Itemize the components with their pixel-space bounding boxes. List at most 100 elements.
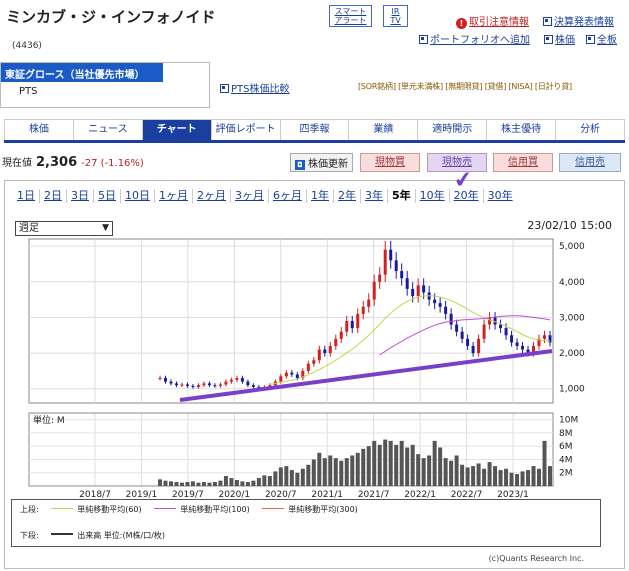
tab-benefits[interactable]: 株主優待 <box>487 119 557 140</box>
candle-body <box>284 372 288 377</box>
price-value: 2,306 <box>36 155 78 170</box>
legend-lower-label: 下段: <box>20 531 39 540</box>
candle-body <box>295 374 299 379</box>
margin-sell-button[interactable]: 信用売 <box>559 153 621 172</box>
volume-bar <box>460 464 465 486</box>
tab-disclosure[interactable]: 適時開示 <box>418 119 488 140</box>
volume-bar <box>531 466 536 486</box>
volume-bar <box>449 460 454 486</box>
tab-chart[interactable]: チャート <box>142 119 212 140</box>
candle-body <box>400 271 404 279</box>
candle-body <box>378 274 382 282</box>
volume-bar <box>487 462 492 486</box>
portfolio-add-link[interactable]: ポートフォリオへ追加 <box>419 31 530 46</box>
tab-analysis[interactable]: 分析 <box>556 119 626 140</box>
candle-body <box>422 285 426 293</box>
volume-bar <box>328 455 333 486</box>
volume-bar <box>405 447 410 486</box>
candle-body <box>202 383 206 386</box>
volume-bar <box>542 440 547 486</box>
candle-body <box>488 317 492 325</box>
candle-body <box>510 335 514 343</box>
all-boards-link[interactable]: 全板 <box>586 31 617 46</box>
volume-bar <box>339 460 344 486</box>
candle-body <box>499 324 503 329</box>
candle-body <box>213 385 217 387</box>
volume-bar <box>515 474 520 486</box>
stock-code: (4436) <box>12 41 42 51</box>
caution-info-link[interactable]: ! 取引注意情報 <box>456 13 529 29</box>
tab-results[interactable]: 業績 <box>349 119 419 140</box>
volume-bar <box>273 471 278 486</box>
candle-body <box>207 383 211 386</box>
volume-bar <box>196 482 201 486</box>
market-option-pts[interactable]: PTS <box>1 82 209 97</box>
volume-bar <box>438 447 443 486</box>
candle-body <box>312 360 316 364</box>
refresh-icon: ◘ <box>295 160 305 170</box>
candle-body <box>251 385 255 387</box>
tab-news[interactable]: ニュース <box>73 119 143 140</box>
volume-bar <box>394 444 399 486</box>
candle-body <box>433 299 437 304</box>
candle-body <box>521 345 525 350</box>
candle-body <box>482 324 486 339</box>
volume-bar <box>174 482 179 486</box>
volume-bar <box>284 466 289 486</box>
tab-price[interactable]: 株価 <box>4 119 74 140</box>
margin-buy-button[interactable]: 信用買 <box>493 153 553 172</box>
candle-body <box>449 313 453 325</box>
ir-tv-button[interactable]: IR TV <box>383 5 408 27</box>
volume-bar <box>207 482 212 486</box>
chart-legend: 上段: 単純移動平均(60) 単純移動平均(100) 単純移動平均(300) 下… <box>11 499 601 547</box>
volume-bar <box>388 440 393 486</box>
window-icon <box>220 84 229 93</box>
candle-body <box>323 349 327 354</box>
volume-bar <box>256 478 261 486</box>
volume-bar <box>229 478 234 486</box>
volume-bar <box>399 440 404 486</box>
volume-tick-label: 10M <box>559 416 578 426</box>
volume-bar <box>509 472 514 486</box>
candle-body <box>339 331 343 339</box>
volume-bar <box>504 468 509 486</box>
company-name: ミンカブ・ジ・インフォノイド <box>6 8 216 26</box>
market-selector[interactable]: 東証グロース（当社優先市場） PTS <box>0 62 210 108</box>
current-price-row: 現在値 2,306 -27 (-1.16%) <box>2 154 144 170</box>
candle-body <box>235 378 239 380</box>
price-tick-label: 2,000 <box>559 349 585 359</box>
legend-ma300: 単純移動平均(300) <box>288 505 358 514</box>
earnings-link[interactable]: 決算発表情報 <box>543 13 614 28</box>
smart-alert-button[interactable]: スマート アラート <box>329 5 372 27</box>
candle-body <box>290 372 294 375</box>
volume-bar <box>212 482 217 486</box>
volume-bar <box>443 458 448 486</box>
stock-price-link[interactable]: 株価 <box>544 31 575 46</box>
candle-body <box>543 335 547 339</box>
tab-shikiho[interactable]: 四季報 <box>280 119 350 140</box>
legend-ma300-swatch <box>262 508 285 509</box>
volume-bar <box>267 476 272 486</box>
volume-unit-label: 単位: M <box>33 414 65 426</box>
candle-body <box>334 338 338 346</box>
market-selected[interactable]: 東証グロース（当社優先市場） <box>1 63 163 82</box>
price-label: 現在値 <box>2 158 32 169</box>
volume-bar <box>432 440 437 486</box>
candle-body <box>185 384 189 386</box>
volume-bar <box>355 452 360 486</box>
volume-bar <box>471 466 476 486</box>
cash-buy-button[interactable]: 現物買 <box>360 153 420 172</box>
volume-tick-label: 8M <box>559 429 573 439</box>
candle-body <box>246 381 250 386</box>
tab-report[interactable]: 評価レポート <box>211 119 281 140</box>
update-price-button[interactable]: ◘ 株価更新 <box>290 153 353 172</box>
pts-compare-link[interactable]: PTS株価比較 <box>220 80 290 95</box>
candle-body <box>345 321 349 332</box>
candle-body <box>158 378 162 380</box>
price-tick-label: 3,000 <box>559 313 585 323</box>
company-title: ミンカブ・ジ・インフォノイド (4436) <box>6 4 236 59</box>
candle-body <box>372 281 376 300</box>
candle-body <box>466 338 470 346</box>
volume-bar <box>361 448 366 486</box>
stock-tags: [SOR銘柄] [単元未満株] [無期限貸] [貸借] [NISA] [日計り貸… <box>358 82 572 91</box>
